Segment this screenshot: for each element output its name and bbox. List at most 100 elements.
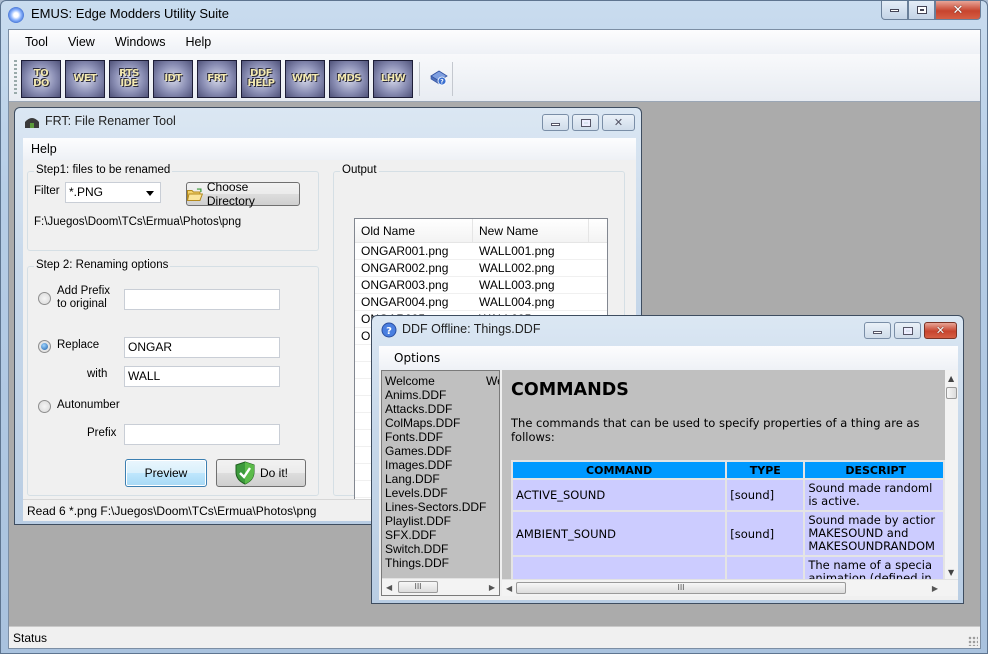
add-prefix-input[interactable]: [124, 289, 280, 310]
filter-value: *.PNG: [69, 185, 104, 199]
toolbar-button-wet[interactable]: WET: [65, 60, 105, 98]
menu-windows[interactable]: Windows: [105, 30, 176, 54]
toolbar-button-rts-ide[interactable]: RTS IDE: [109, 60, 149, 98]
title-bar: EMUS: Edge Modders Utility Suite ✕: [1, 1, 987, 29]
replace-input[interactable]: ONGAR: [124, 337, 280, 358]
toolbar-button-lhw[interactable]: LHW: [373, 60, 413, 98]
help-book-icon[interactable]: ?: [430, 70, 448, 86]
ddf-file-item[interactable]: Switch.DDF: [382, 542, 499, 556]
ddf-file-item[interactable]: ColMaps.DDF: [382, 416, 499, 430]
ddf-list-hscrollbar[interactable]: ◀ III ▶: [382, 578, 499, 595]
autonumber-label: Autonumber: [57, 399, 120, 411]
ddf-content-vscrollbar[interactable]: ▲ ▼: [945, 370, 958, 579]
ddf-file-item[interactable]: Playlist.DDF: [382, 514, 499, 528]
caption-buttons: ✕: [881, 1, 981, 20]
ddf-content-hscrollbar[interactable]: ◀ III ▶: [502, 579, 958, 596]
toolbar-button-mds[interactable]: MDS: [329, 60, 369, 98]
ddf-file-item[interactable]: Things.DDF: [382, 556, 499, 570]
header-description: DESCRIPT: [803, 460, 945, 480]
scroll-left-icon[interactable]: ◀: [506, 584, 512, 593]
ddf-menu-options[interactable]: Options: [394, 351, 440, 365]
toolbar-grip[interactable]: [14, 60, 17, 96]
ddf-minimize-button[interactable]: [864, 322, 891, 339]
listview-header: Old Name New Name: [355, 219, 607, 243]
column-old-name[interactable]: Old Name: [355, 219, 473, 242]
resize-grip[interactable]: [968, 636, 978, 646]
menu-help[interactable]: Help: [176, 30, 222, 54]
toolbar-button-idt[interactable]: IDT: [153, 60, 193, 98]
scroll-up-icon[interactable]: ▲: [948, 374, 954, 383]
ddf-file-item[interactable]: Levels.DDF: [382, 486, 499, 500]
old-name-cell: ONGAR002.png: [361, 261, 449, 275]
toolbar-button-ddf-help[interactable]: DDF HELP: [241, 60, 281, 98]
column-new-name[interactable]: New Name: [473, 219, 589, 242]
autonumber-prefix-input[interactable]: [124, 424, 280, 445]
scroll-down-icon[interactable]: ▼: [948, 568, 954, 577]
status-text: Status: [13, 631, 48, 645]
ddf-list-clipped-text: We: [486, 374, 499, 388]
ddf-menu-bar: Options: [379, 346, 958, 370]
table-header-row: COMMAND TYPE DESCRIPT: [510, 460, 945, 480]
with-input[interactable]: WALL: [124, 366, 280, 387]
scroll-thumb[interactable]: III: [398, 581, 438, 593]
table-row[interactable]: ONGAR002.png WALL002.png: [355, 260, 607, 277]
ddf-file-item[interactable]: Lang.DDF: [382, 472, 499, 486]
table-row: The name of a specia animation (defined i…: [510, 555, 945, 579]
type-cell: [sound]: [725, 478, 806, 512]
frt-minimize-button[interactable]: [542, 114, 569, 131]
content-intro: The commands that can be used to specify…: [511, 416, 920, 444]
ddf-file-item[interactable]: Fonts.DDF: [382, 430, 499, 444]
do-it-button[interactable]: Do it!: [216, 459, 306, 487]
ddf-file-item[interactable]: Anims.DDF: [382, 388, 499, 402]
scroll-right-icon[interactable]: ▶: [489, 583, 495, 592]
toolbar-button-frt[interactable]: FRT: [197, 60, 237, 98]
frt-menu-bar: Help: [23, 138, 636, 160]
maximize-button[interactable]: [908, 1, 935, 20]
ddf-file-item[interactable]: Attacks.DDF: [382, 402, 499, 416]
ddf-maximize-button[interactable]: [894, 322, 921, 339]
menu-tool[interactable]: Tool: [15, 30, 58, 54]
filter-label: Filter: [34, 185, 60, 197]
header-command: COMMAND: [510, 460, 728, 480]
toolbar-button-wmt[interactable]: WMT: [285, 60, 325, 98]
frt-caption-buttons: ✕: [542, 114, 635, 131]
commands-table-body: ACTIVE_SOUND [sound] Sound made randoml is …: [510, 478, 945, 579]
frt-maximize-button[interactable]: [572, 114, 599, 131]
table-row[interactable]: ONGAR001.png WALL001.png: [355, 243, 607, 260]
table-row[interactable]: ONGAR003.png WALL003.png: [355, 277, 607, 294]
ddf-window-title: DDF Offline: Things.DDF: [402, 322, 541, 336]
close-button[interactable]: ✕: [935, 1, 981, 20]
add-prefix-radio[interactable]: [38, 292, 51, 305]
menu-view[interactable]: View: [58, 30, 105, 54]
minimize-button[interactable]: [881, 1, 908, 20]
add-prefix-label-line1: Add Prefix: [57, 285, 111, 297]
maximize-icon: [916, 6, 927, 14]
frt-close-button[interactable]: ✕: [602, 114, 635, 131]
scroll-thumb-vertical[interactable]: [946, 387, 957, 399]
ddf-file-list[interactable]: Welcome Anims.DDF Attacks.DDF ColMaps.DDF Fo…: [381, 370, 500, 596]
scroll-right-icon[interactable]: ▶: [932, 584, 938, 593]
choose-directory-button[interactable]: Choose Directory: [186, 180, 300, 208]
minimize-icon: [873, 330, 882, 334]
preview-button[interactable]: Preview: [125, 459, 207, 487]
ddf-file-item[interactable]: Welcome: [382, 374, 499, 388]
ddf-file-item[interactable]: SFX.DDF: [382, 528, 499, 542]
scroll-left-icon[interactable]: ◀: [386, 583, 392, 592]
ddf-content-pane: COMMANDS The commands that can be used t…: [502, 370, 945, 579]
toolbar-separator: [452, 62, 453, 96]
ddf-file-item[interactable]: Lines-Sectors.DDF: [382, 500, 499, 514]
type-cell: [sound]: [725, 510, 806, 557]
ddf-close-button[interactable]: ✕: [924, 322, 957, 339]
replace-radio[interactable]: [38, 340, 51, 353]
table-row[interactable]: ONGAR004.png WALL004.png: [355, 294, 607, 311]
frt-menu-help[interactable]: Help: [31, 142, 57, 156]
scroll-thumb[interactable]: III: [516, 582, 846, 594]
ddf-file-item[interactable]: Images.DDF: [382, 458, 499, 472]
filter-combo[interactable]: *.PNG: [65, 182, 161, 203]
add-prefix-label-line2: to original: [57, 298, 107, 310]
toolbar-button-todo[interactable]: TO DO: [21, 60, 61, 98]
autonumber-radio[interactable]: [38, 400, 51, 413]
frt-window-title: FRT: File Renamer Tool: [45, 114, 176, 128]
ddf-file-item[interactable]: Games.DDF: [382, 444, 499, 458]
app-icon: [8, 7, 24, 23]
